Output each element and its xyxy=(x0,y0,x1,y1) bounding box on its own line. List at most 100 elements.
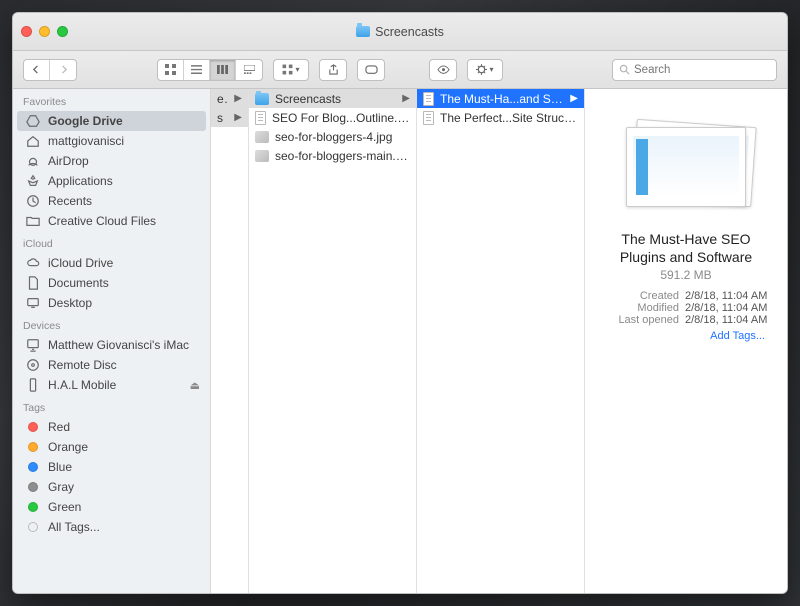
nav-forward-button[interactable] xyxy=(50,60,76,80)
file-label: The Perfect...Site Structure xyxy=(440,111,578,125)
chevron-right-icon: ▶ xyxy=(402,93,410,104)
file-row[interactable]: seo-for-bloggers-main.jpg xyxy=(249,146,416,165)
eject-icon[interactable]: ⏏ xyxy=(190,379,200,392)
meta-label: Last opened xyxy=(609,314,679,326)
view-mode-group[interactable] xyxy=(157,59,263,81)
column-0[interactable]: ers▶s▶ xyxy=(211,89,249,593)
sidebar-item[interactable]: iCloud Drive xyxy=(13,253,210,273)
sidebar-item-label: Orange xyxy=(48,440,88,454)
folder-icon xyxy=(255,93,269,105)
sidebar-item[interactable]: mattgiovanisci xyxy=(13,131,210,151)
file-row[interactable]: The Must-Ha...and Software▶ xyxy=(417,89,584,108)
sidebar-item[interactable]: Recents xyxy=(13,191,210,211)
sidebar-item-label: Documents xyxy=(48,276,109,290)
folder-icon xyxy=(25,214,41,228)
search-field[interactable] xyxy=(612,59,777,81)
sidebar-item[interactable]: AirDrop xyxy=(13,151,210,171)
view-gallery-button[interactable] xyxy=(236,60,262,80)
chevron-right-icon: ▶ xyxy=(234,112,242,123)
airdrop-icon xyxy=(25,154,41,168)
column-1[interactable]: Screencasts ▶ SEO For Blog...Outline.gdoc s… xyxy=(249,89,417,593)
sidebar-item[interactable]: Desktop xyxy=(13,293,210,313)
preview-thumbnail[interactable] xyxy=(626,127,746,207)
preview-size: 591.2 MB xyxy=(660,268,711,282)
doc-icon xyxy=(255,111,266,125)
sidebar-section-header: Tags xyxy=(13,395,210,417)
sidebar-item[interactable]: Applications xyxy=(13,171,210,191)
minimize-icon[interactable] xyxy=(39,26,50,37)
tag-icon xyxy=(25,440,41,454)
arrange-button[interactable]: ▾ xyxy=(273,59,309,81)
meta-label: Modified xyxy=(609,302,679,314)
sidebar-item[interactable]: Gray xyxy=(13,477,210,497)
gdrive-icon xyxy=(25,114,41,128)
file-label: ers xyxy=(217,92,228,106)
file-row[interactable]: s▶ xyxy=(211,108,248,127)
file-label: s xyxy=(217,111,223,125)
file-row[interactable]: ers ▶ xyxy=(211,89,248,108)
file-row[interactable]: The Perfect...Site Structure xyxy=(417,108,584,127)
file-row[interactable]: SEO For Blog...Outline.gdoc xyxy=(249,108,416,127)
sidebar-item[interactable]: Remote Disc xyxy=(13,355,210,375)
view-columns-button[interactable] xyxy=(210,60,236,80)
tag-icon xyxy=(25,460,41,474)
file-label: Screencasts xyxy=(275,92,341,106)
preview-pane: The Must-Have SEO Plugins and Software 5… xyxy=(585,89,787,593)
file-row[interactable]: seo-for-bloggers-4.jpg xyxy=(249,127,416,146)
sidebar-item[interactable]: Orange xyxy=(13,437,210,457)
sidebar-item[interactable]: Creative Cloud Files xyxy=(13,211,210,231)
sidebar-item[interactable]: Documents xyxy=(13,273,210,293)
disc-icon xyxy=(25,358,41,372)
file-row[interactable]: Screencasts ▶ xyxy=(249,89,416,108)
sidebar-item-label: Matthew Giovanisci's iMac xyxy=(48,338,189,352)
sidebar-item[interactable]: All Tags... xyxy=(13,517,210,537)
close-icon[interactable] xyxy=(21,26,32,37)
sidebar-item[interactable]: Matthew Giovanisci's iMac xyxy=(13,335,210,355)
quicklook-button[interactable] xyxy=(429,59,457,81)
preview-meta-row: Modified2/8/18, 11:04 AM xyxy=(597,302,775,314)
column-view: ers▶s▶ Screencasts▶SEO For Blog...Outlin… xyxy=(211,89,787,593)
sidebar-item[interactable]: Green xyxy=(13,497,210,517)
share-button[interactable] xyxy=(319,59,347,81)
file-label: SEO For Blog...Outline.gdoc xyxy=(272,111,410,125)
column-2[interactable]: The Must-Ha...and Software▶ The Perfect..… xyxy=(417,89,585,593)
view-list-button[interactable] xyxy=(184,60,210,80)
sidebar[interactable]: FavoritesGoogle Drive mattgiovanisci AirDr… xyxy=(13,89,211,593)
cloud-icon xyxy=(25,256,41,270)
sidebar-item[interactable]: Google Drive xyxy=(17,111,206,131)
sidebar-item-label: Applications xyxy=(48,174,113,188)
meta-value: 2/8/18, 11:04 AM xyxy=(685,314,775,326)
sidebar-item-label: Recents xyxy=(48,194,92,208)
nav-back-button[interactable] xyxy=(24,60,50,80)
preview-metadata: Created2/8/18, 11:04 AMModified2/8/18, 1… xyxy=(597,290,775,326)
search-input[interactable] xyxy=(634,64,770,76)
view-icons-button[interactable] xyxy=(158,60,184,80)
preview-meta-row: Last opened 2/8/18, 11:04 AM xyxy=(597,314,775,326)
file-label: The Must-Ha...and Software xyxy=(440,92,564,106)
sidebar-item[interactable]: Red xyxy=(13,417,210,437)
doc-icon xyxy=(423,111,434,125)
add-tags-button[interactable]: Add Tags... xyxy=(597,330,775,342)
file-label: seo-for-bloggers-main.jpg xyxy=(275,149,410,163)
fullscreen-icon[interactable] xyxy=(57,26,68,37)
tags-button[interactable] xyxy=(357,59,385,81)
window-title-label: Screencasts xyxy=(375,25,444,39)
nav-back-forward[interactable] xyxy=(23,59,77,81)
window-title: Screencasts xyxy=(13,25,787,39)
sidebar-item-label: Red xyxy=(48,420,70,434)
sidebar-item-label: Gray xyxy=(48,480,74,494)
search-icon xyxy=(619,64,630,75)
tag-icon xyxy=(25,480,41,494)
sidebar-item-label: mattgiovanisci xyxy=(48,134,124,148)
sidebar-section-header: Favorites xyxy=(13,89,210,111)
doc-icon xyxy=(423,92,434,106)
home-icon xyxy=(25,134,41,148)
sidebar-item[interactable]: H.A.L Mobile⏏ xyxy=(13,375,210,395)
chevron-right-icon: ▶ xyxy=(234,93,242,104)
titlebar[interactable]: Screencasts xyxy=(13,13,787,51)
sidebar-section-header: Devices xyxy=(13,313,210,335)
phone-icon xyxy=(25,378,41,392)
sidebar-item[interactable]: Blue xyxy=(13,457,210,477)
sidebar-item-label: iCloud Drive xyxy=(48,256,113,270)
action-button[interactable]: ▾ xyxy=(467,59,503,81)
